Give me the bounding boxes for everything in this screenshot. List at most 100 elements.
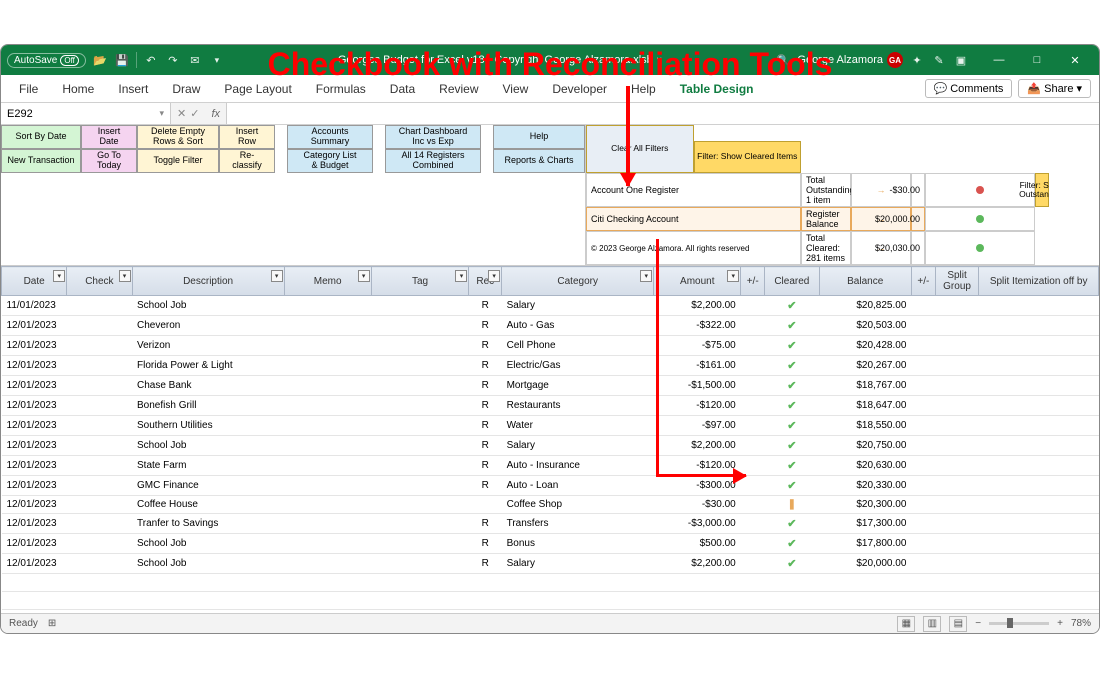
tab-help[interactable]: Help bbox=[621, 78, 666, 100]
col-tag[interactable]: Tag▾ bbox=[371, 267, 469, 296]
col-check[interactable]: Check▾ bbox=[67, 267, 132, 296]
open-icon[interactable]: 📂 bbox=[92, 52, 108, 68]
table-row[interactable]: 12/01/2023State FarmRAuto - Insurance-$1… bbox=[2, 456, 1099, 476]
tab-review[interactable]: Review bbox=[429, 78, 488, 100]
macro-help[interactable]: Help bbox=[493, 125, 585, 149]
tab-table-design[interactable]: Table Design bbox=[670, 78, 764, 100]
filter-dropdown-icon[interactable]: ▾ bbox=[271, 270, 283, 282]
filter-dropdown-icon[interactable]: ▾ bbox=[119, 270, 131, 282]
normal-view-button[interactable]: ▦ bbox=[897, 616, 915, 632]
col-split-itemization-off-by[interactable]: Split Itemization off by bbox=[979, 267, 1099, 296]
macro-delete-empty-rows-sort[interactable]: Delete Empty Rows & Sort bbox=[137, 125, 219, 149]
zoom-level[interactable]: 78% bbox=[1071, 618, 1091, 629]
col-date[interactable]: Date▾ bbox=[2, 267, 67, 296]
table-row[interactable]: 12/01/2023Chase BankRMortgage-$1,500.00✔… bbox=[2, 376, 1099, 396]
tab-home[interactable]: Home bbox=[52, 78, 104, 100]
col-balance[interactable]: Balance bbox=[819, 267, 911, 296]
macro-all-registers-combined[interactable]: All 14 Registers Combined bbox=[385, 149, 481, 173]
tab-formulas[interactable]: Formulas bbox=[306, 78, 376, 100]
macro-sort-by-date[interactable]: Sort By Date bbox=[1, 125, 81, 149]
user-account[interactable]: George Alzamora GA bbox=[797, 52, 903, 68]
pen-icon[interactable]: ✎ bbox=[931, 52, 947, 68]
save-icon[interactable]: 💾 bbox=[114, 52, 130, 68]
table-row[interactable]: 12/01/2023School JobRSalary$2,200.00✔$20… bbox=[2, 436, 1099, 456]
table-row[interactable]: 12/01/2023Southern UtilitiesRWater-$97.0… bbox=[2, 416, 1099, 436]
macro-new-transaction[interactable]: New Transaction bbox=[1, 149, 81, 173]
col--[interactable]: +/- bbox=[911, 267, 935, 296]
table-row[interactable]: 12/01/2023School JobRBonus$500.00✔$17,80… bbox=[2, 534, 1099, 554]
formula-input[interactable] bbox=[226, 103, 1099, 124]
tab-data[interactable]: Data bbox=[380, 78, 425, 100]
table-row[interactable]: 12/01/2023Coffee HouseCoffee Shop-$30.00… bbox=[2, 496, 1099, 514]
autosave-toggle[interactable]: AutoSave Off bbox=[7, 53, 86, 68]
table-row[interactable]: 11/01/2023School JobRSalary$2,200.00✔$20… bbox=[2, 296, 1099, 316]
page-break-view-button[interactable]: ▤ bbox=[949, 616, 967, 632]
macro-category-list-budget[interactable]: Category List & Budget bbox=[287, 149, 373, 173]
macro-toggle-filter[interactable]: Toggle Filter bbox=[137, 149, 219, 173]
table-row[interactable]: 12/01/2023Bonefish GrillRRestaurants-$12… bbox=[2, 396, 1099, 416]
table-row[interactable]: 12/01/2023VerizonRCell Phone-$75.00✔$20,… bbox=[2, 336, 1099, 356]
app-mode-icon[interactable]: ▣ bbox=[953, 52, 969, 68]
macro-go-to-today[interactable]: Go To Today bbox=[81, 149, 137, 173]
chevron-down-icon[interactable]: ▾ bbox=[209, 52, 225, 68]
col-amount[interactable]: Amount▾ bbox=[654, 267, 741, 296]
clear-all-filters-button[interactable]: Clear All Filters bbox=[586, 125, 694, 173]
enter-formula-icon[interactable]: ✓ bbox=[190, 107, 199, 120]
filter-show-outstanding-button[interactable]: Filter: Show Outstanding bbox=[1035, 173, 1049, 207]
maximize-button[interactable]: □ bbox=[1019, 48, 1055, 72]
col-memo[interactable]: Memo▾ bbox=[284, 267, 371, 296]
filter-dropdown-icon[interactable]: ▾ bbox=[455, 270, 467, 282]
share-button[interactable]: 📤 Share ▾ bbox=[1018, 79, 1091, 98]
accessibility-icon[interactable]: ⊞ bbox=[48, 618, 56, 629]
search-icon[interactable]: 🔍 bbox=[775, 52, 791, 68]
comments-button[interactable]: 💬 Comments bbox=[925, 79, 1013, 98]
filter-dropdown-icon[interactable]: ▾ bbox=[358, 270, 370, 282]
tab-view[interactable]: View bbox=[493, 78, 539, 100]
account-one-label[interactable]: Account One Register bbox=[586, 173, 801, 207]
zoom-out-button[interactable]: − bbox=[975, 618, 981, 629]
register-table-wrap[interactable]: Date▾Check▾Description▾Memo▾Tag▾Rec▾Cate… bbox=[1, 266, 1099, 613]
macro-re-classify[interactable]: Re- classify bbox=[219, 149, 275, 173]
filter-dropdown-icon[interactable]: ▾ bbox=[488, 270, 500, 282]
table-row[interactable]: 12/01/2023GMC FinanceRAuto - Loan-$300.0… bbox=[2, 476, 1099, 496]
col-category[interactable]: Category▾ bbox=[502, 267, 654, 296]
zoom-slider[interactable] bbox=[989, 622, 1049, 625]
table-row[interactable]: 12/01/2023CheveronRAuto - Gas-$322.00✔$2… bbox=[2, 316, 1099, 336]
zoom-in-button[interactable]: + bbox=[1057, 618, 1063, 629]
macro-insert-row[interactable]: Insert Row bbox=[219, 125, 275, 149]
macro-reports-charts[interactable]: Reports & Charts bbox=[493, 149, 585, 173]
name-box[interactable]: E292▾ bbox=[1, 103, 171, 124]
col-description[interactable]: Description▾ bbox=[132, 267, 284, 296]
document-title[interactable]: Georges Budget for Excel v18 - Copyright… bbox=[231, 54, 769, 66]
table-row[interactable]: 12/01/2023School JobRSalary$2,200.00✔$20… bbox=[2, 554, 1099, 574]
col--[interactable]: +/- bbox=[741, 267, 765, 296]
tab-page-layout[interactable]: Page Layout bbox=[214, 78, 301, 100]
filter-dropdown-icon[interactable]: ▾ bbox=[727, 270, 739, 282]
tab-draw[interactable]: Draw bbox=[162, 78, 210, 100]
tab-insert[interactable]: Insert bbox=[108, 78, 158, 100]
tab-developer[interactable]: Developer bbox=[542, 78, 617, 100]
minimize-button[interactable]: — bbox=[981, 48, 1017, 72]
macro-insert-date[interactable]: Insert Date bbox=[81, 125, 137, 149]
table-row[interactable]: 12/01/2023Tranfer to SavingsRTransfers-$… bbox=[2, 514, 1099, 534]
macro-chart-dashboard-inc-vs-exp[interactable]: Chart Dashboard Inc vs Exp bbox=[385, 125, 481, 149]
col-rec[interactable]: Rec▾ bbox=[469, 267, 502, 296]
close-button[interactable]: ✕ bbox=[1057, 48, 1093, 72]
mail-icon[interactable]: ✉ bbox=[187, 52, 203, 68]
table-row[interactable]: 12/01/2023Florida Power & LightRElectric… bbox=[2, 356, 1099, 376]
page-layout-view-button[interactable]: ▥ bbox=[923, 616, 941, 632]
redo-icon[interactable]: ↷ bbox=[165, 52, 181, 68]
col-split-group[interactable]: Split Group bbox=[935, 267, 978, 296]
cancel-formula-icon[interactable]: ✕ bbox=[177, 107, 186, 120]
filter-dropdown-icon[interactable]: ▾ bbox=[53, 270, 65, 282]
undo-icon[interactable]: ↶ bbox=[143, 52, 159, 68]
col-cleared[interactable]: Cleared bbox=[765, 267, 819, 296]
citi-checking-label[interactable]: Citi Checking Account bbox=[586, 207, 801, 231]
register-balance-value: $20,000.00 bbox=[911, 207, 925, 231]
cleared-indicator: ❚ bbox=[788, 499, 796, 510]
tab-file[interactable]: File bbox=[9, 78, 48, 100]
macro-accounts-summary[interactable]: Accounts Summary bbox=[287, 125, 373, 149]
diamond-icon[interactable]: ✦ bbox=[909, 52, 925, 68]
filter-show-cleared-button[interactable]: Filter: Show Cleared Items bbox=[694, 141, 802, 173]
filter-dropdown-icon[interactable]: ▾ bbox=[640, 270, 652, 282]
